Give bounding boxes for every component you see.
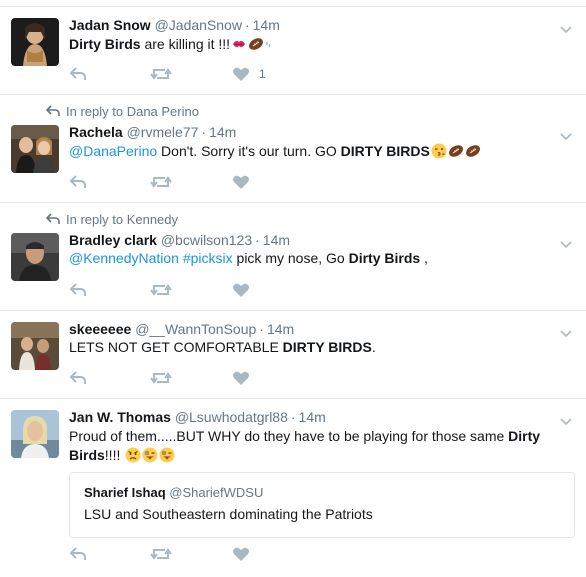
reply-icon[interactable] <box>69 282 87 300</box>
reply-context-icon <box>46 105 60 116</box>
tweet-text-bold: Dirty Birds <box>69 36 141 52</box>
timestamp[interactable]: 14m <box>263 232 290 248</box>
avatar[interactable] <box>11 125 59 173</box>
separator-dot: · <box>290 409 296 425</box>
retweet-icon[interactable] <box>150 174 172 192</box>
kiss-mark-icon <box>233 40 246 48</box>
droplets-icon <box>266 41 271 48</box>
more-options-chevron-icon[interactable] <box>560 325 572 338</box>
display-name[interactable]: Rachela <box>69 124 123 140</box>
football-icon <box>249 38 264 50</box>
separator-dot: · <box>259 321 264 337</box>
tweet-actions <box>69 174 369 192</box>
tweet-text-bold: Birds <box>69 447 105 463</box>
tweet-text-part: Proud of them.....BUT WHY do they have t… <box>69 428 509 444</box>
tweet-text-bold: DIRTY BIRDS <box>282 339 372 355</box>
reply-context[interactable]: In reply to Dana Perino <box>46 104 199 120</box>
avatar[interactable] <box>11 18 59 66</box>
tweet-feed: Jadan Snow @JadanSnow · 14m Dirty Birds ar… <box>0 7 586 574</box>
tweet-text-part: LETS NOT GET COMFORTABLE <box>69 339 283 355</box>
tweet: In reply to Dana Perino Rachela @rvmele7… <box>0 95 586 203</box>
tweet-text: @KennedyNation #picksix pick my nose, Go… <box>69 249 559 268</box>
football-icon <box>465 145 480 157</box>
reply-icon[interactable] <box>69 546 87 564</box>
timestamp[interactable]: 14m <box>267 321 294 337</box>
tweet-text: Dirty Birds are killing it !!! <box>69 35 559 54</box>
tweet-text-bold: Dirty Birds <box>348 250 421 266</box>
avatar[interactable] <box>11 410 59 458</box>
like-heart-icon[interactable] <box>232 370 250 388</box>
separator-dot: · <box>244 17 250 33</box>
user-handle[interactable]: @rvmele77 <box>127 124 199 140</box>
tweet-text: LETS NOT GET COMFORTABLE DIRTY BIRDS. <box>69 338 559 357</box>
tweet-text-part: , <box>420 250 428 266</box>
reply-icon[interactable] <box>69 370 87 388</box>
retweet-icon[interactable] <box>150 282 172 300</box>
tweet-text-part: Don't. Sorry it's our turn. GO <box>157 143 341 159</box>
tweet-actions <box>69 546 369 564</box>
like-count: 1 <box>259 67 266 81</box>
user-handle[interactable]: @Lsuwhodatgrl88 <box>175 409 288 425</box>
retweet-icon[interactable] <box>150 66 172 84</box>
reply-icon[interactable] <box>69 174 87 192</box>
tweet-text-bold: Dirty <box>508 428 541 444</box>
tweet: In reply to Kennedy Bradley clark @bcwil… <box>0 203 586 311</box>
display-name[interactable]: Bradley clark <box>69 232 157 248</box>
display-name[interactable]: Jan W. Thomas <box>69 409 171 425</box>
tweet-text-part: pick my nose, Go <box>232 250 349 266</box>
more-options-chevron-icon[interactable] <box>560 21 572 34</box>
like-heart-icon[interactable] <box>232 66 250 84</box>
retweet-icon[interactable] <box>150 370 172 388</box>
tweet-actions <box>69 282 369 300</box>
retweet-icon[interactable] <box>150 546 172 564</box>
tweet: Jadan Snow @JadanSnow · 14m Dirty Birds ar… <box>0 7 586 95</box>
avatar[interactable] <box>11 322 59 370</box>
more-options-chevron-icon[interactable] <box>560 128 572 141</box>
separator-dot: · <box>255 232 260 248</box>
display-name[interactable]: skeeeeee <box>69 321 131 337</box>
timestamp[interactable]: 14m <box>299 409 326 425</box>
mention-link[interactable]: @KennedyNation <box>69 250 179 266</box>
display-name[interactable]: Jadan Snow <box>69 17 151 33</box>
tweet-actions: 1 <box>69 66 369 84</box>
reply-context-label: In reply to Kennedy <box>66 212 179 227</box>
quoted-display-name: Sharief Ishaq <box>84 485 166 500</box>
timestamp[interactable]: 14m <box>253 17 280 33</box>
tweet: skeeeeee @__WannTonSoup · 14m LETS NOT GET… <box>0 311 586 399</box>
avatar[interactable] <box>11 233 59 281</box>
reply-icon[interactable] <box>69 66 87 84</box>
quoted-tweet[interactable]: Sharief Ishaq @ShariefWDSU LSU and South… <box>69 472 575 538</box>
more-options-chevron-icon[interactable] <box>560 236 572 249</box>
more-options-chevron-icon[interactable] <box>560 413 572 426</box>
angry-face-icon <box>125 447 141 463</box>
tweet: Jan W. Thomas @Lsuwhodatgrl88 · 14m Proud … <box>0 399 586 574</box>
hashtag-link[interactable]: #picksix <box>183 250 233 266</box>
tweet-text-part: are killing it !!! <box>140 36 231 52</box>
winking-kiss-face-icon <box>431 143 447 159</box>
like-heart-icon[interactable] <box>232 174 250 192</box>
tweet-text: Proud of them.....BUT WHY do they have t… <box>69 427 559 465</box>
mention-link[interactable]: @DanaPerino <box>69 143 157 159</box>
tweet-text-bold: DIRTY BIRDS <box>340 143 430 159</box>
separator-dot: · <box>201 124 207 140</box>
tweet-text: @DanaPerino Don't. Sorry it's our turn. … <box>69 142 559 161</box>
reply-context-label: In reply to Dana Perino <box>66 104 199 119</box>
reply-context[interactable]: In reply to Kennedy <box>46 212 178 228</box>
football-icon <box>448 145 463 157</box>
user-handle[interactable]: @__WannTonSoup <box>135 321 256 337</box>
quoted-user-handle: @ShariefWDSU <box>169 485 264 500</box>
tweet-text-part: . <box>371 339 376 355</box>
quoted-tweet-header: Sharief Ishaq @ShariefWDSU <box>84 485 263 500</box>
user-handle[interactable]: @JadanSnow <box>155 17 242 33</box>
reply-context-icon <box>46 213 60 224</box>
tongue-wink-face-icon <box>142 447 158 463</box>
quoted-tweet-text: LSU and Southeastern dominating the Patr… <box>84 506 373 522</box>
tongue-wink-face-icon <box>159 447 175 463</box>
tweet-actions <box>69 370 369 388</box>
tweet-text-part: !!!! <box>104 447 125 463</box>
timestamp[interactable]: 14m <box>209 124 236 140</box>
user-handle[interactable]: @bcwilson123 <box>161 232 252 248</box>
like-heart-icon[interactable] <box>232 282 250 300</box>
like-heart-icon[interactable] <box>232 546 250 564</box>
